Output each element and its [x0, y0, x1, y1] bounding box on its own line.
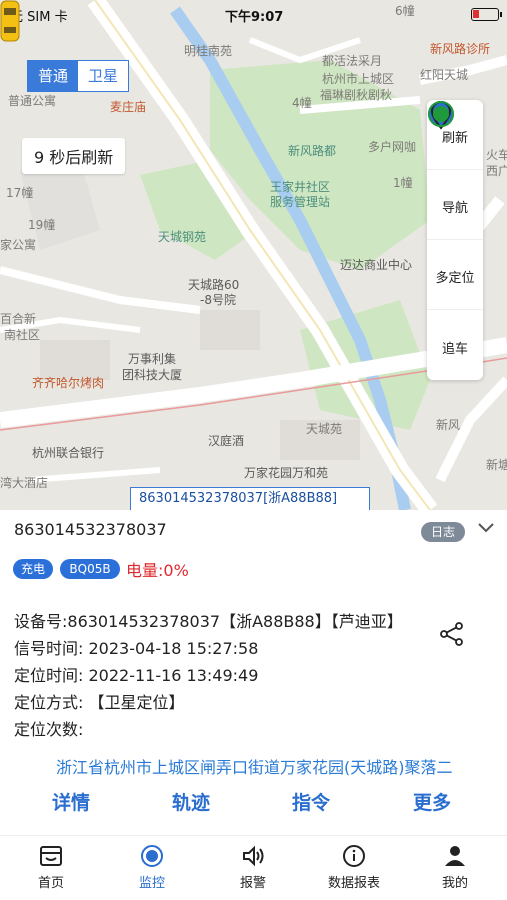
map-label: 西广 [486, 164, 507, 178]
user-icon [445, 846, 465, 866]
store-icon [40, 846, 62, 866]
map-label: 天城钢苑 [158, 230, 207, 244]
navigate-label: 导航 [441, 201, 468, 216]
map-label: 多户网咖 [368, 140, 417, 154]
tab-alarm[interactable]: 报警 [213, 844, 293, 891]
tab-reports[interactable]: 数据报表 [314, 844, 394, 891]
multi-locate-label: 多定位 [435, 271, 475, 286]
device-imei: 863014532378037 [14, 520, 167, 539]
map-label: 百合新 [0, 312, 37, 326]
device-number-line: 设备号:863014532378037【浙A88B88】【芦迪亚】 [14, 612, 403, 631]
vehicle-label: 863014532378037[浙A88B88] [130, 487, 370, 510]
map-label: 家公寓 [0, 238, 37, 252]
map-label: 南社区 [4, 328, 41, 342]
map-label: 杭州联合银行 [32, 446, 105, 460]
map-label: 杭州市上城区 [322, 72, 395, 86]
charging-badge: 充电 [13, 559, 53, 579]
follow-car-label: 追车 [441, 341, 468, 357]
map-label: 服务管理站 [270, 195, 331, 209]
command-button[interactable]: 指令 [292, 788, 330, 815]
map-label: 都活法采月 [322, 54, 383, 68]
tab-monitor[interactable]: 监控 [112, 844, 192, 891]
device-info-panel: 863014532378037 日志 充电 BQ05B 电量:0% 设备号:86… [0, 510, 507, 835]
map-label: 汉庭酒 [208, 434, 245, 448]
map-label: 天城苑 [306, 422, 343, 436]
tab-mine[interactable]: 我的 [415, 844, 495, 891]
map-label: 明桂南苑 [184, 44, 233, 58]
share-icon[interactable] [438, 620, 466, 648]
navigate-button[interactable]: 导航 [427, 101, 483, 240]
locate-count-line: 定位次数: [14, 720, 84, 739]
speaker-icon [243, 845, 264, 867]
map-label: 新风路都 [288, 144, 337, 158]
map-label: 新风路诊所 [430, 42, 491, 56]
follow-car-button[interactable]: 追车 [427, 101, 483, 380]
map-label: 19幢 [28, 218, 56, 232]
map-label: 团科技大厦 [122, 368, 183, 382]
model-badge: BQ05B [60, 559, 120, 579]
map-label: 17幢 [6, 186, 34, 200]
chevron-down-icon[interactable] [477, 520, 495, 534]
map-label: 迈达商业中心 [340, 258, 413, 272]
log-button[interactable]: 日志 [421, 522, 465, 542]
monitor-target-icon [141, 845, 163, 867]
locate-time-line: 定位时间: 2022-11-16 13:49:49 [14, 666, 259, 685]
map-label: 万家花园万和苑 [244, 466, 329, 480]
map-type-satellite-button[interactable]: 卫星 [78, 61, 128, 91]
tab-reports-label: 数据报表 [327, 876, 380, 891]
map-label: 湾大酒店 [0, 476, 49, 490]
tab-alarm-label: 报警 [239, 876, 266, 891]
map-controls: 刷新 导航 多定位 追车 [427, 100, 483, 380]
map-label: 红阳天城 [420, 68, 469, 82]
battery-icon [471, 8, 502, 21]
map-type-toggle[interactable]: 普通 卫星 [27, 60, 129, 92]
map-label: 1幢 [393, 176, 413, 190]
tab-mine-label: 我的 [441, 876, 468, 891]
refresh-countdown: 9 秒后刷新 [22, 138, 126, 174]
map-type-normal-button[interactable]: 普通 [28, 61, 78, 91]
more-button[interactable]: 更多 [413, 788, 451, 815]
map-label: 齐齐哈尔烤肉 [32, 376, 105, 390]
details-button[interactable]: 详情 [52, 788, 90, 815]
tab-home-label: 首页 [37, 876, 64, 891]
map-label: 福琳剧秋剧秋 [320, 88, 393, 102]
tab-monitor-label: 监控 [138, 876, 165, 891]
status-bar: 无 SIM 卡 下午9:07 [0, 0, 507, 28]
map-label: 新塘 [486, 458, 507, 472]
follow-target-icon [428, 101, 454, 127]
bottom-tab-bar: 首页 监控 报警 数据报表 我的 [0, 835, 507, 900]
clock-text: 下午9:07 [225, 10, 284, 25]
map-label: 火车 [486, 148, 507, 162]
vehicle-marker-icon[interactable] [0, 0, 20, 42]
map-label: 普通公寓 [8, 94, 57, 108]
battery-level-text: 电量:0% [126, 561, 189, 580]
track-button[interactable]: 轨迹 [172, 788, 210, 815]
tab-home[interactable]: 首页 [11, 844, 91, 891]
signal-time-line: 信号时间: 2023-04-18 15:27:58 [14, 639, 259, 658]
locate-mode-line: 定位方式: 【卫星定位】 [14, 693, 185, 712]
map-label: 万事利集 [128, 352, 177, 366]
map-label: 4幢 [292, 96, 312, 110]
map-label: 新风 [436, 418, 461, 432]
map-label: -8号院 [200, 293, 236, 307]
multi-locate-button[interactable]: 多定位 [427, 101, 483, 310]
map-label: 麦庄庙 [110, 100, 147, 114]
map-view[interactable]: 明桂南苑 麦庄庙 杭州市上城区 都活法采月 福琳剧秋剧秋 新风路诊所 红阳天城 … [0, 0, 507, 510]
address-text: 浙江省杭州市上城区闸弄口街道万家花园(天城路)聚落二 [56, 758, 453, 777]
info-icon [343, 845, 365, 867]
